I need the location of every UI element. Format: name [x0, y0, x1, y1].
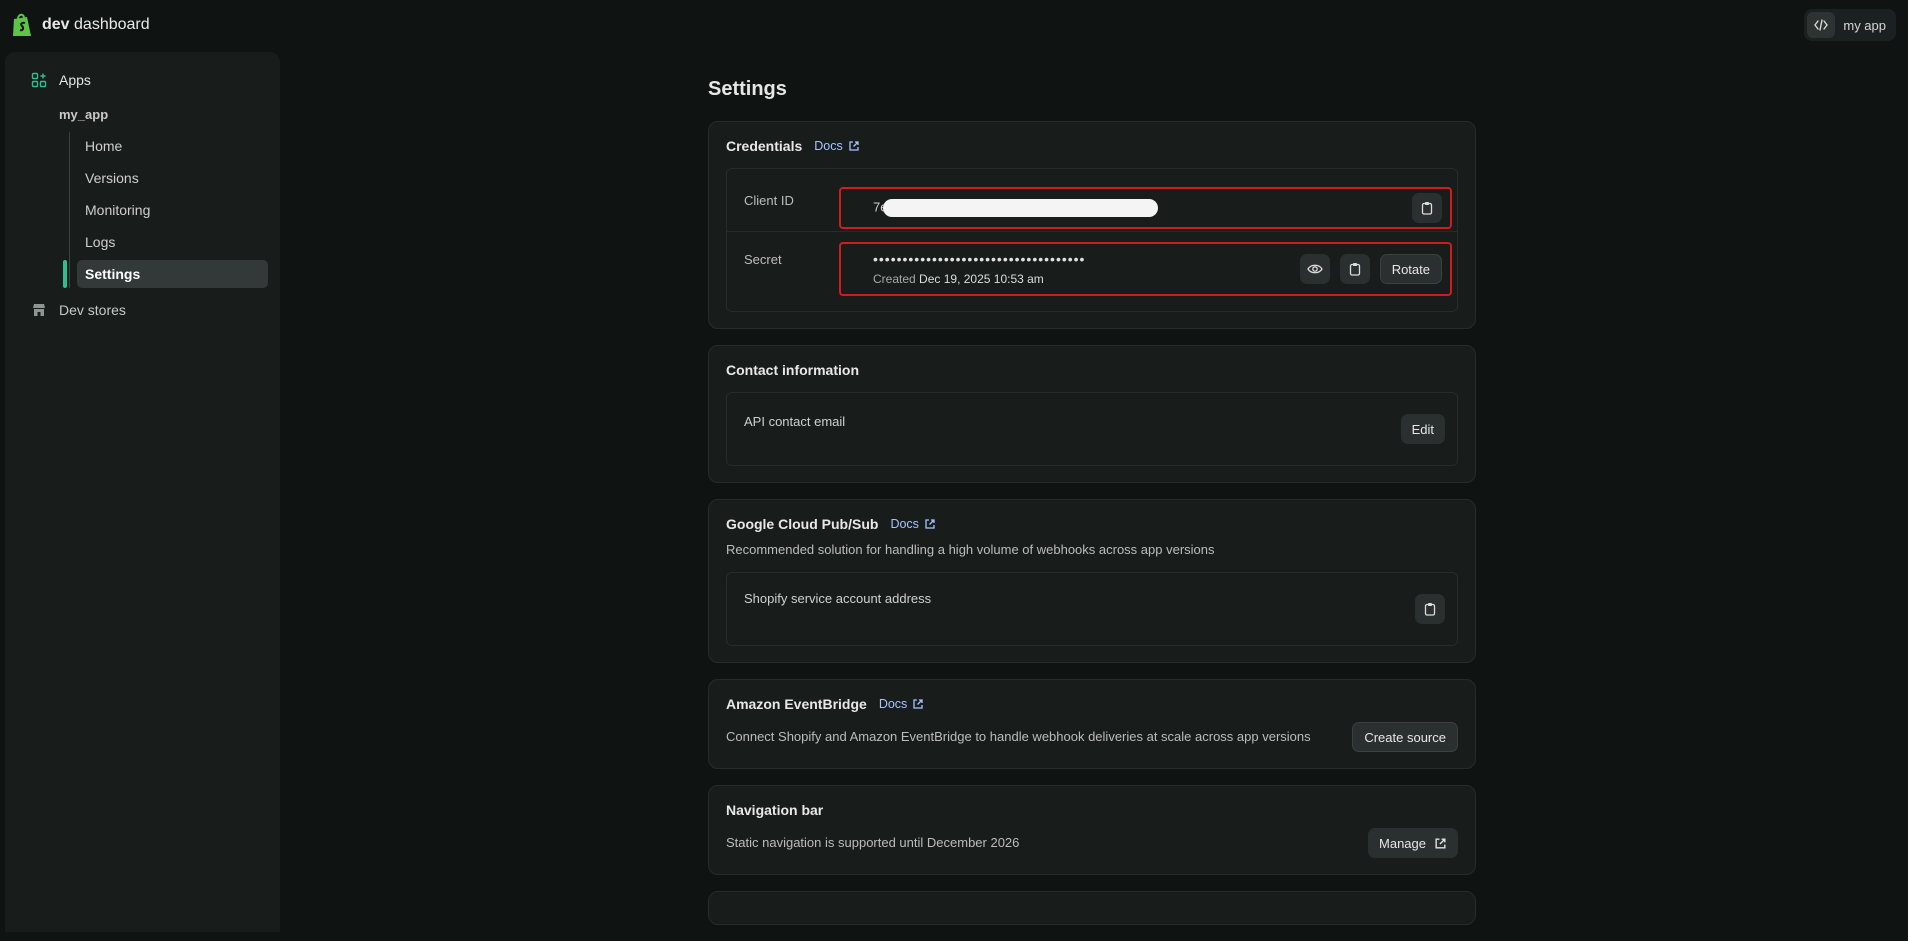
external-link-icon [913, 699, 923, 709]
app-switcher[interactable]: my app [1804, 9, 1896, 41]
credentials-title: Credentials [726, 138, 803, 154]
sidebar-item-logs[interactable]: Logs [77, 228, 268, 256]
client-id-row: Client ID 7e [727, 169, 1457, 231]
eventbridge-docs-link[interactable]: Docs [879, 697, 924, 711]
pubsub-card: Google Cloud Pub/Sub Docs Recommended so… [708, 499, 1476, 663]
sidebar: Apps my_app Home Versions Monitoring Log… [5, 52, 280, 932]
apps-icon [31, 72, 47, 88]
navbar-description: Static navigation is supported until Dec… [726, 835, 1020, 850]
secret-highlight: •••••••••••••••••••••••••••••••••••• Cre… [839, 242, 1452, 296]
docs-link-label: Docs [890, 517, 919, 531]
navbar-title: Navigation bar [726, 802, 824, 818]
sidebar-item-monitoring[interactable]: Monitoring [77, 196, 268, 224]
docs-link-label: Docs [878, 697, 908, 711]
credentials-card: Credentials Docs Client ID 7e Secret •••… [708, 121, 1476, 329]
rotate-secret-button[interactable]: Rotate [1379, 254, 1442, 284]
eye-icon [1306, 264, 1323, 274]
brand[interactable]: dev dashboard [10, 12, 150, 38]
secret-value: •••••••••••••••••••••••••••••••••••• [873, 251, 1086, 267]
next-card [708, 891, 1476, 925]
sidebar-item-dev-stores[interactable]: Dev stores [17, 296, 268, 324]
shopify-bag-icon [13, 13, 31, 36]
code-icon [1807, 12, 1836, 38]
sidebar-app-name[interactable]: my_app [17, 102, 268, 128]
clipboard-icon [1421, 202, 1433, 215]
eventbridge-card: Amazon EventBridge Docs Connect Shopify … [708, 679, 1476, 769]
page-title: Settings [708, 78, 787, 100]
copy-secret-button[interactable] [1339, 254, 1370, 284]
edit-contact-button[interactable]: Edit [1400, 414, 1445, 444]
sidebar-item-label: Apps [59, 72, 91, 88]
external-link-icon [925, 519, 935, 529]
external-link-icon [1435, 837, 1446, 849]
store-icon [33, 304, 45, 316]
client-id-highlight: 7e [839, 187, 1452, 229]
eventbridge-title: Amazon EventBridge [726, 696, 867, 712]
secret-created: Created Dec 19, 2025 10:53 am [873, 272, 1044, 286]
contact-title: Contact information [726, 362, 859, 378]
pubsub-docs-link[interactable]: Docs [890, 517, 935, 531]
pubsub-box: Shopify service account address [726, 572, 1458, 646]
navbar-card: Navigation bar Static navigation is supp… [708, 785, 1476, 875]
client-id-mask [883, 199, 1159, 217]
api-contact-email-label: API contact email [744, 414, 846, 429]
app-subnav: Home Versions Monitoring Logs Settings [63, 132, 268, 288]
copy-service-account-button[interactable] [1415, 594, 1445, 624]
credentials-box: Client ID 7e Secret ••••••••••••••••••••… [726, 168, 1458, 312]
pubsub-title: Google Cloud Pub/Sub [726, 516, 879, 532]
app-switcher-label: my app [1843, 17, 1886, 33]
sidebar-item-settings[interactable]: Settings [63, 260, 268, 288]
top-bar: dev dashboard my app [0, 0, 1908, 50]
clipboard-icon [1424, 603, 1436, 616]
eventbridge-description: Connect Shopify and Amazon EventBridge t… [726, 729, 1311, 744]
manage-navbar-button[interactable]: Manage [1368, 828, 1458, 858]
sidebar-item-versions[interactable]: Versions [77, 164, 268, 192]
copy-client-id-button[interactable] [1412, 193, 1442, 223]
manage-button-label: Manage [1379, 835, 1426, 851]
client-id-value: 7e [873, 199, 1159, 217]
sidebar-item-apps[interactable]: Apps [17, 66, 268, 94]
sidebar-item-home[interactable]: Home [77, 132, 268, 160]
contact-card: Contact information API contact email Ed… [708, 345, 1476, 483]
secret-value-group: •••••••••••••••••••••••••••••••••••• Cre… [873, 252, 1085, 286]
credentials-docs-link[interactable]: Docs [814, 139, 859, 153]
docs-link-label: Docs [814, 139, 843, 153]
secret-label: Secret [744, 252, 782, 267]
brand-text: dev dashboard [42, 16, 150, 33]
create-source-button[interactable]: Create source [1352, 722, 1458, 752]
main-content: Settings Credentials Docs Client ID 7e S… [708, 70, 1476, 941]
external-link-icon [849, 141, 859, 151]
show-secret-button[interactable] [1299, 254, 1330, 284]
contact-box: API contact email Edit [726, 392, 1458, 466]
pubsub-description: Recommended solution for handling a high… [726, 542, 1215, 557]
sidebar-item-label: Dev stores [59, 302, 126, 318]
clipboard-icon [1349, 263, 1360, 276]
secret-row: Secret •••••••••••••••••••••••••••••••••… [727, 231, 1457, 311]
service-account-label: Shopify service account address [744, 591, 932, 606]
client-id-label: Client ID [744, 193, 794, 208]
